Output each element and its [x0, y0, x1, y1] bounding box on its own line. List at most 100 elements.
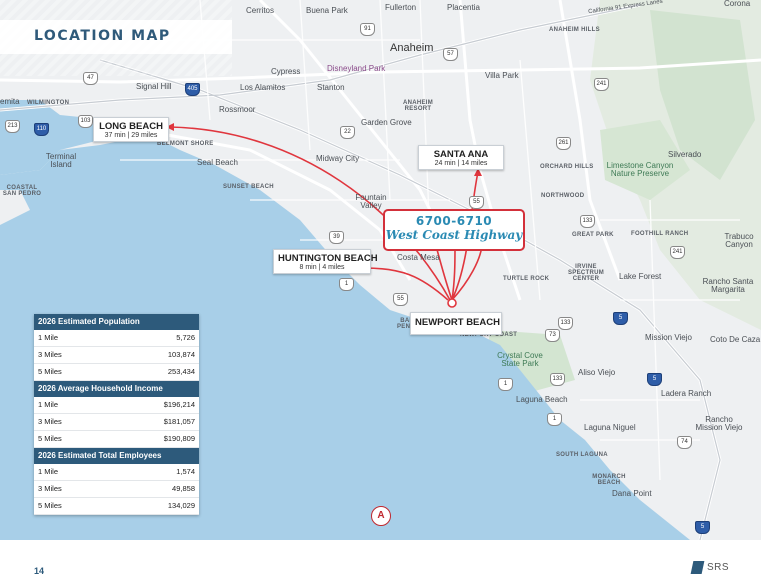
place-label: MONARCH BEACH — [592, 474, 626, 486]
stats-value: 134,029 — [167, 501, 195, 510]
place-label: Laguna Beach — [516, 395, 568, 404]
highway-shield: 5 — [613, 312, 628, 325]
place-label: Cerritos — [246, 6, 275, 15]
stats-radius: 5 Miles — [38, 501, 62, 510]
stats-value: 49,858 — [172, 484, 195, 493]
subject-address: 6700-6710 — [415, 214, 493, 228]
place-label: COASTAL SAN PEDRO — [2, 185, 42, 197]
place-label: Limestone Canyon Nature Preserve — [606, 161, 674, 178]
title-banner: LOCATION MAP — [0, 20, 232, 54]
place-label: IRVINE SPECTRUM CENTER — [568, 264, 605, 282]
highway-shield: 213 — [5, 120, 20, 133]
place-label: Fullerton — [385, 3, 417, 12]
highway-shield: 261 — [556, 137, 571, 150]
stats-value: $181,057 — [163, 417, 195, 426]
callout-name: NEWPORT BEACH — [415, 317, 500, 328]
place-label: Trabuco Canyon — [724, 232, 754, 249]
callout-drive-time: 37 min | 29 miles — [104, 132, 158, 139]
place-label: emita — [0, 97, 20, 106]
stats-value: 103,874 — [167, 350, 195, 359]
highway-shield: 57 — [443, 48, 458, 61]
highway-shield: 5 — [695, 521, 710, 534]
place-label: Rossmoor — [219, 105, 256, 114]
stats-radius: 5 Miles — [38, 367, 62, 376]
place-label: Placentia — [447, 3, 480, 12]
srs-logo-text: SRS — [707, 562, 730, 573]
place-label: Mission Viejo — [645, 333, 692, 342]
stats-radius: 3 Miles — [38, 350, 62, 359]
stats-header: 2026 Estimated Population — [34, 314, 199, 330]
place-label: Ladera Ranch — [661, 389, 712, 398]
highway-shield: 405 — [185, 83, 200, 96]
place-label: Rancho Santa Margarita — [702, 277, 754, 294]
stats-row: 3 Miles 103,874 — [34, 347, 199, 364]
stats-radius: 1 Mile — [38, 467, 59, 476]
highway-shield: 103 — [78, 115, 93, 128]
page-title: LOCATION MAP — [34, 28, 171, 44]
compass-icon: A — [371, 506, 391, 526]
highway-shield: 55 — [469, 196, 484, 209]
highway-shield: 1 — [339, 278, 354, 291]
highway-shield: 1 — [547, 413, 562, 426]
place-label: ANAHEIM RESORT — [402, 100, 434, 112]
place-label: Laguna Niguel — [584, 423, 636, 432]
place-label: FOOTHILL RANCH — [631, 231, 689, 237]
stats-value: $196,214 — [163, 400, 195, 409]
location-map[interactable]: Cerritos Buena Park Fullerton Placentia … — [0, 0, 761, 540]
stats-value: $190,809 — [163, 434, 195, 443]
place-label: Fountain Valley — [355, 193, 387, 210]
highway-shield: 110 — [34, 123, 49, 136]
stats-radius: 3 Miles — [38, 484, 62, 493]
demographics-table: 2026 Estimated Population 1 Mile 5,726 3 … — [34, 314, 199, 515]
callout-newport-beach[interactable]: NEWPORT BEACH — [410, 312, 502, 335]
highway-shield: 39 — [329, 231, 344, 244]
stats-row: 1 Mile $196,214 — [34, 397, 199, 414]
place-label: Seal Beach — [197, 158, 238, 167]
callout-long-beach[interactable]: LONG BEACH 37 min | 29 miles — [93, 117, 169, 142]
callout-huntington-beach[interactable]: HUNTINGTON BEACH 8 min | 4 miles — [273, 249, 378, 274]
highway-shield: 55 — [393, 293, 408, 306]
srs-logo: SRS — [690, 561, 732, 575]
place-label: Costa Mesa — [397, 253, 440, 262]
place-label: Corona — [724, 0, 751, 8]
stats-value: 5,726 — [176, 333, 195, 342]
stats-row: 1 Mile 1,574 — [34, 464, 199, 481]
place-label: Anaheim — [390, 42, 434, 54]
callout-santa-ana[interactable]: SANTA ANA 24 min | 14 miles — [418, 145, 504, 170]
highway-shield: 91 — [360, 23, 375, 36]
place-label: ANAHEIM HILLS — [549, 27, 600, 33]
srs-logo-mark-icon — [690, 561, 705, 574]
place-label: Cypress — [271, 67, 301, 76]
stats-radius: 1 Mile — [38, 400, 59, 409]
highway-shield: 5 — [647, 373, 662, 386]
place-label: Silverado — [668, 150, 702, 159]
highway-shield: 47 — [83, 72, 98, 85]
subject-pin — [447, 298, 457, 308]
callout-drive-time: 8 min | 4 miles — [299, 264, 345, 271]
place-label: Rancho Mission Viejo — [695, 415, 743, 432]
place-label: Dana Point — [612, 489, 652, 498]
place-label: Coto De Caza — [710, 335, 761, 344]
place-label: WILMINGTON — [27, 100, 70, 106]
highway-shield: 241 — [594, 78, 609, 91]
place-label: TURTLE ROCK — [503, 276, 550, 282]
highway-shield: 241 — [670, 246, 685, 259]
place-label: ORCHARD HILLS — [540, 164, 594, 170]
callout-name: LONG BEACH — [99, 121, 163, 132]
highway-shield: 73 — [545, 329, 560, 342]
stats-row: 3 Miles $181,057 — [34, 414, 199, 431]
subject-property-label[interactable]: 6700-6710 West Coast Highway — [383, 209, 525, 251]
callout-name: HUNTINGTON BEACH — [278, 253, 378, 264]
stats-radius: 3 Miles — [38, 417, 62, 426]
stats-row: 5 Miles 253,434 — [34, 364, 199, 381]
highway-shield: 1 — [498, 378, 513, 391]
place-label: Crystal Cove State Park — [497, 351, 543, 368]
place-label: SUNSET BEACH — [223, 184, 274, 190]
highway-shield: 133 — [550, 373, 565, 386]
stats-row: 5 Miles 134,029 — [34, 498, 199, 515]
place-label: Garden Grove — [361, 118, 412, 127]
stats-row: 3 Miles 49,858 — [34, 481, 199, 498]
stats-value: 1,574 — [176, 467, 195, 476]
subject-street: West Coast Highway — [385, 228, 523, 242]
page-number: 14 — [34, 566, 45, 576]
